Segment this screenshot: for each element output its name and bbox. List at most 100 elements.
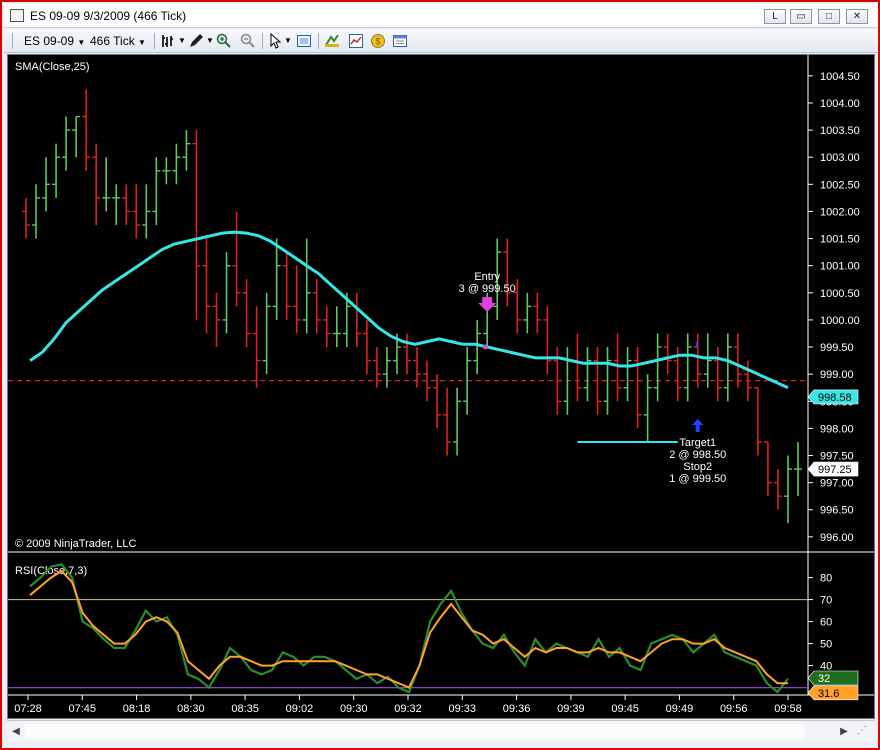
scroll-left-icon[interactable]: ◀ <box>7 721 25 742</box>
time-axis: 07:28 07:45 08:18 08:30 08:35 09:02 09:30 09:32… <box>14 695 802 715</box>
bar-style-icon[interactable] <box>160 33 176 49</box>
scroll-thumb[interactable] <box>25 724 805 739</box>
scroll-right-icon[interactable]: ▶ <box>835 721 853 742</box>
price-tick-label: 1000.00 <box>820 315 860 327</box>
sma-line <box>29 230 789 390</box>
resize-grip-icon[interactable]: ⋰ <box>857 725 873 739</box>
entry-detail: 3 @ 999.50 <box>459 283 516 295</box>
horizontal-scrollbar[interactable]: ◀ ▶ ⋰ <box>7 720 875 742</box>
chevron-down-icon: ▼ <box>138 38 146 47</box>
rsi-avg-series <box>29 569 788 689</box>
strategy-icon[interactable] <box>324 33 340 49</box>
interval-selector[interactable]: 466 Tick ▼ <box>90 32 146 50</box>
rsi-axis: 8070605040 <box>808 573 832 673</box>
time-tick-label: 09:33 <box>449 703 477 715</box>
data-box-glyph <box>393 35 407 47</box>
chevron-down-icon[interactable]: ▼ <box>178 32 186 50</box>
entry-arrow-icon <box>478 297 497 312</box>
entry-dot <box>482 344 488 350</box>
time-tick-label: 07:28 <box>14 703 42 715</box>
maximize-button[interactable]: □ <box>818 9 840 24</box>
chart-toolbar: ES 09-09 ▼ 466 Tick ▼ ▼ ▼ ▼ $ <box>4 29 878 53</box>
window-title: ES 09-09 9/3/2009 (466 Tick) <box>30 9 187 23</box>
minimize-button[interactable]: ▭ <box>790 9 812 24</box>
exit-arrow-icon <box>691 419 704 432</box>
price-tags: 998.58 997.25 32 31.6 <box>807 389 859 701</box>
price-tick-label: 999.50 <box>820 342 854 354</box>
rsi-main-tag: 32 <box>818 673 830 685</box>
zoom-in-glyph <box>216 33 231 48</box>
toolbar-separator <box>154 33 155 49</box>
zoom-in-icon[interactable] <box>216 33 232 49</box>
chevron-down-icon[interactable]: ▼ <box>206 32 214 50</box>
toolbar-separator <box>318 33 319 49</box>
stop-label: Stop2 <box>683 461 712 473</box>
coin-icon[interactable]: $ <box>370 33 386 49</box>
properties-icon[interactable] <box>296 33 312 49</box>
indicator-glyph <box>349 34 363 48</box>
time-tick-label: 09:32 <box>394 703 422 715</box>
zoom-out-icon[interactable] <box>240 33 256 49</box>
rsi-tick-label: 60 <box>820 617 832 629</box>
pencil-glyph <box>190 34 203 47</box>
price-tick-label: 1003.00 <box>820 152 860 164</box>
draw-pencil-icon[interactable] <box>188 33 204 49</box>
time-tick-label: 08:30 <box>177 703 205 715</box>
toolbar-grip <box>12 33 13 49</box>
chart-canvas[interactable]: SMA(Close,25) © 2009 NinjaTrader, LLC RS… <box>7 54 875 719</box>
rsi-panel <box>8 563 808 694</box>
time-tick-label: 09:39 <box>557 703 585 715</box>
time-tick-label: 09:45 <box>611 703 639 715</box>
rsi-main-tag-box <box>807 670 859 686</box>
stop-detail: 1 @ 999.50 <box>669 473 726 485</box>
time-tick-label: 09:30 <box>340 703 368 715</box>
chart-window: ES 09-09 9/3/2009 (466 Tick) L ▭ □ ✕ ES … <box>0 0 880 750</box>
price-tick-label: 998.00 <box>820 423 854 435</box>
time-tick-label: 07:45 <box>69 703 97 715</box>
rsi-tick-label: 80 <box>820 573 832 585</box>
rsi-tick-label: 70 <box>820 595 832 607</box>
rsi-tick-label: 50 <box>820 639 832 651</box>
cursor-icon[interactable] <box>268 32 284 49</box>
chevron-down-icon[interactable]: ▼ <box>284 32 292 50</box>
price-tick-label: 1004.50 <box>820 71 860 83</box>
toolbar-separator <box>262 33 263 49</box>
instrument-label: ES 09-09 <box>24 34 75 48</box>
chart-app-icon <box>10 9 24 22</box>
data-box-icon[interactable] <box>392 33 408 49</box>
cursor-glyph <box>270 32 282 49</box>
time-tick-label: 09:49 <box>666 703 694 715</box>
target-label: Target1 <box>679 437 716 449</box>
price-tick-label: 1004.00 <box>820 98 860 110</box>
chevron-down-icon: ▼ <box>77 38 86 47</box>
svg-text:$: $ <box>375 37 380 47</box>
price-tick-label: 1001.00 <box>820 261 860 273</box>
copyright-text: © 2009 NinjaTrader, LLC <box>15 538 136 550</box>
target-detail: 2 @ 998.50 <box>669 449 726 461</box>
chart-svg[interactable]: SMA(Close,25) © 2009 NinjaTrader, LLC RS… <box>8 55 874 718</box>
instrument-selector[interactable]: ES 09-09 ▼ <box>24 32 85 50</box>
title-bar: ES 09-09 9/3/2009 (466 Tick) L ▭ □ ✕ <box>4 4 878 28</box>
interval-label: 466 Tick <box>90 34 135 48</box>
time-tick-label: 09:36 <box>503 703 531 715</box>
ask-price-tag: 998.58 <box>818 392 852 404</box>
price-tick-label: 999.00 <box>820 369 854 381</box>
properties-glyph <box>297 35 311 47</box>
indicator-icon[interactable] <box>348 33 364 49</box>
coin-glyph: $ <box>371 34 385 48</box>
time-tick-label: 09:56 <box>720 703 748 715</box>
zoom-out-glyph <box>240 33 255 48</box>
rsi-avg-tag: 31.6 <box>818 688 839 700</box>
trade-markers: Entry3 @ 999.50 Target12 @ 998.50Stop21 @… <box>459 271 727 485</box>
price-tick-label: 997.50 <box>820 451 854 463</box>
time-tick-label: 08:35 <box>231 703 259 715</box>
close-button[interactable]: ✕ <box>846 9 868 24</box>
price-tick-label: 1000.50 <box>820 288 860 300</box>
price-tick-label: 1002.50 <box>820 179 860 191</box>
rsi-main-series <box>29 563 789 694</box>
link-button[interactable]: L <box>764 9 786 24</box>
price-tick-label: 996.00 <box>820 532 854 544</box>
time-tick-label: 08:18 <box>123 703 151 715</box>
bar-style-glyph <box>162 35 173 47</box>
current-price-tag: 997.25 <box>818 464 852 476</box>
